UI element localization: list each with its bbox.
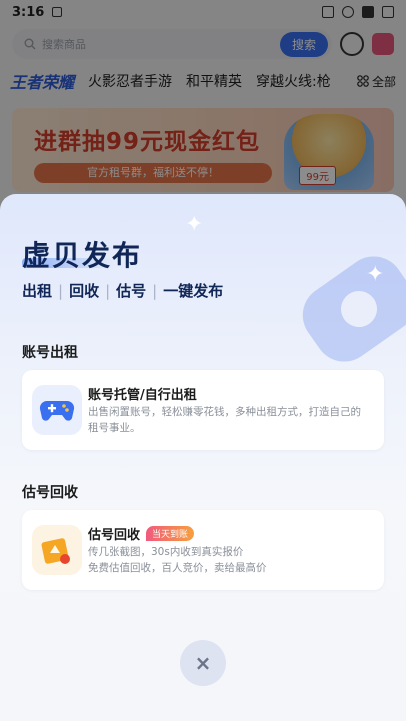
feature-valuation: 估号 xyxy=(116,282,147,300)
feature-recycle: 回收 xyxy=(69,282,100,300)
recycle-card-title: 估号回收 xyxy=(88,528,141,543)
recycle-card-description-1: 传几张截图，30s内收到真实报价 xyxy=(88,546,244,558)
feature-separator: | xyxy=(58,281,64,300)
feature-rent: 出租 xyxy=(22,282,53,300)
rent-account-card[interactable]: 账号托管/自行出租 出售闲置账号，轻松赚零花钱，多种出租方式，打造自己的租号事业… xyxy=(22,370,384,450)
gamepad-icon xyxy=(32,385,82,435)
same-day-badge: 当天到账 xyxy=(146,526,195,541)
recycle-card-description-2: 免费估值回收，百人竞价，卖给最高价 xyxy=(88,562,267,574)
feature-one-click-publish: 一键发布 xyxy=(163,282,224,300)
sheet-title: 虚贝发布 xyxy=(22,239,143,272)
decorative-logo-icon xyxy=(302,256,406,362)
close-icon: × xyxy=(194,651,212,675)
rent-card-description: 出售闲置账号，轻松赚零花钱，多种出租方式，打造自己的租号事业。 xyxy=(88,406,361,434)
feature-separator: | xyxy=(105,281,111,300)
rent-card-title: 账号托管/自行出租 xyxy=(88,388,197,403)
sparkle-icon: ✦ xyxy=(366,262,385,287)
feature-list: 出租 | 回收 | 估号 | 一键发布 xyxy=(22,280,223,301)
recycle-section-title: 估号回收 xyxy=(22,485,78,501)
rent-section-title: 账号出租 xyxy=(22,345,78,361)
recycle-box-icon xyxy=(32,525,82,575)
feature-separator: | xyxy=(152,281,158,300)
publish-sheet: ✦ ✦ 虚贝发布 出租 | 回收 | 估号 | 一键发布 账号出租 账号托管/自… xyxy=(0,194,406,721)
recycle-valuation-card[interactable]: 估号回收 当天到账 传几张截图，30s内收到真实报价 免费估值回收，百人竞价，卖… xyxy=(22,510,384,590)
sparkle-icon: ✦ xyxy=(185,212,204,237)
recycle-card-header: 估号回收 当天到账 xyxy=(88,524,195,543)
close-button[interactable]: × xyxy=(180,640,226,686)
